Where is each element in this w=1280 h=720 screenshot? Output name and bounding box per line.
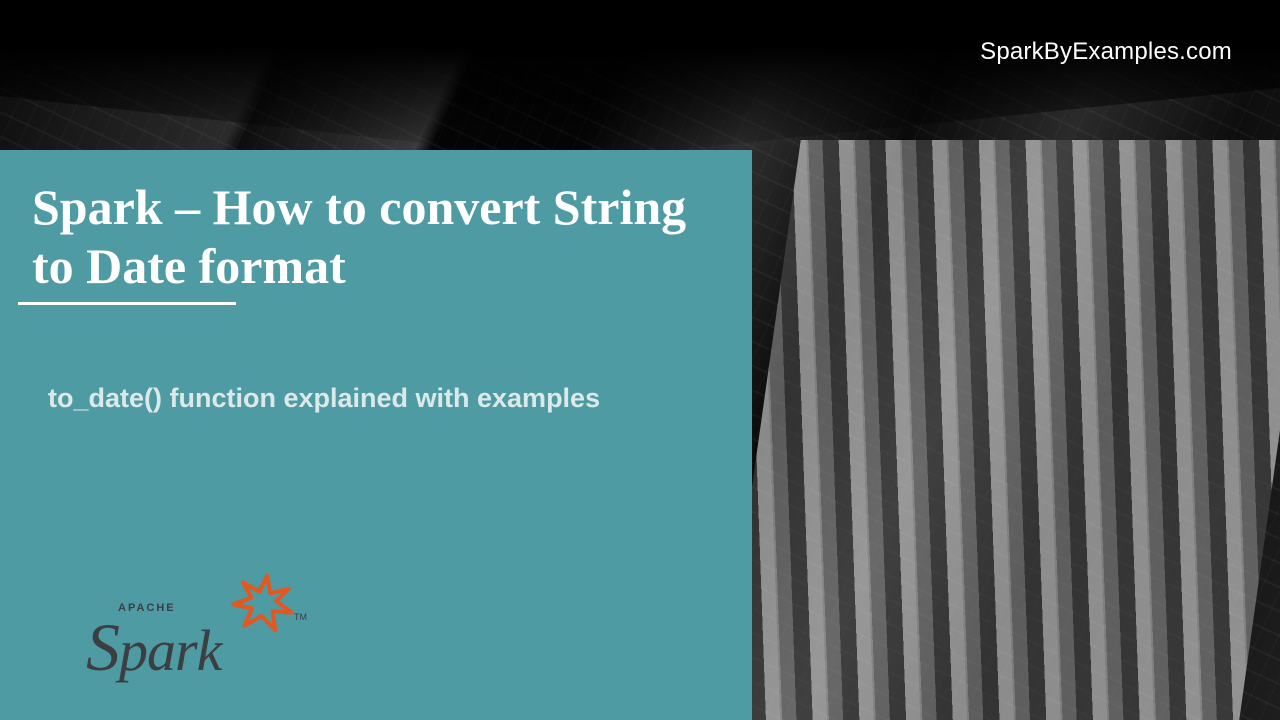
logo-wordmark: Spark <box>86 608 221 687</box>
apache-spark-logo: APACHE Spark TM <box>86 574 306 694</box>
slide-title: Spark – How to convert String to Date fo… <box>0 150 752 296</box>
site-url: SparkByExamples.com <box>980 38 1232 66</box>
spark-star-icon <box>223 565 302 644</box>
slide-stage: SparkByExamples.com Spark – How to conve… <box>0 0 1280 720</box>
slide-subtitle: to_date() function explained with exampl… <box>0 305 752 414</box>
logo-trademark: TM <box>294 612 307 622</box>
content-panel: Spark – How to convert String to Date fo… <box>0 150 752 720</box>
